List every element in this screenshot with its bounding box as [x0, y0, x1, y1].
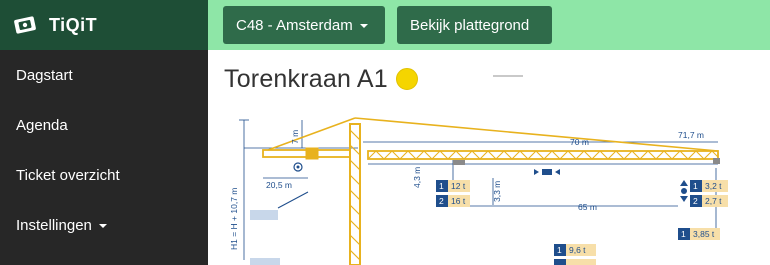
dimension-lines [239, 119, 718, 260]
load-table-tip: 1 3,2 t 2 2,7 t [690, 180, 728, 207]
sidebar-item-label: Agenda [16, 116, 68, 134]
load-value: 16 t [451, 196, 466, 206]
sidebar: TiQiT Dagstart Agenda Ticket overzicht I… [0, 0, 208, 265]
load-value: 3,85 t [693, 229, 715, 239]
sidebar-item-label: Ticket overzicht [16, 166, 120, 184]
ticket-logo-icon [14, 16, 36, 34]
load-number: 1 [681, 229, 686, 239]
sidebar-item-instellingen[interactable]: Instellingen [0, 200, 208, 250]
main-content: Torenkraan A1 H1 = H + 10,7 m 7 m 20,5 m… [208, 50, 770, 265]
location-dropdown-button[interactable]: C48 - Amsterdam [223, 6, 385, 44]
sidebar-item-label: Dagstart [16, 66, 73, 84]
sidebar-item-label: Instellingen [16, 216, 92, 234]
crane-structure [262, 117, 719, 265]
counter-jib-label: 20,5 m [266, 180, 292, 190]
inner-span-label: 65 m [578, 202, 597, 212]
view-floorplan-button[interactable]: Bekijk plattegrond [397, 6, 552, 44]
load-value: 12 t [451, 181, 466, 191]
top-bar: C48 - Amsterdam Bekijk plattegrond [208, 0, 770, 50]
load-number: 1 [693, 181, 698, 191]
sidebar-item-ticket-overzicht[interactable]: Ticket overzicht [0, 150, 208, 200]
crane-diagram: H1 = H + 10,7 m 7 m 20,5 m 71,7 m 70 m 4… [229, 117, 728, 265]
load-value: 2,7 t [705, 196, 722, 206]
load-number: 1 [557, 245, 562, 255]
trolley-gap-label: 3,3 m [492, 181, 502, 202]
title-row: Torenkraan A1 [224, 64, 418, 94]
load-value: 3,2 t [705, 181, 722, 191]
crane-details [250, 158, 720, 265]
top-height-label: 7 m [290, 130, 300, 144]
location-label: C48 - Amsterdam [236, 16, 353, 34]
load-number: 2 [693, 196, 698, 206]
load-number: 1 [439, 181, 444, 191]
load-table-hook: 1 12 t 2 16 t [436, 180, 470, 207]
brand[interactable]: TiQiT [0, 0, 208, 50]
load-value: 9,6 t [569, 245, 586, 255]
divider [493, 75, 523, 77]
load-table-bottom: 1 9,6 t [554, 244, 596, 265]
caret-down-icon [359, 24, 368, 28]
view-floorplan-label: Bekijk plattegrond [410, 16, 530, 34]
hook-height-label: 4,3 m [412, 167, 422, 188]
jib-total-label: 71,7 m [678, 130, 704, 140]
sidebar-item-agenda[interactable]: Agenda [0, 100, 208, 150]
jib-mid-label: 70 m [570, 137, 589, 147]
caret-down-icon [98, 224, 107, 228]
page-title: Torenkraan A1 [224, 64, 388, 93]
sidebar-item-dagstart[interactable]: Dagstart [0, 50, 208, 100]
brand-name: TiQiT [49, 14, 98, 35]
h1-label: H1 = H + 10,7 m [229, 188, 239, 250]
load-number: 2 [439, 196, 444, 206]
load-table-inner: 1 3,85 t [678, 228, 720, 240]
status-indicator [395, 68, 418, 90]
